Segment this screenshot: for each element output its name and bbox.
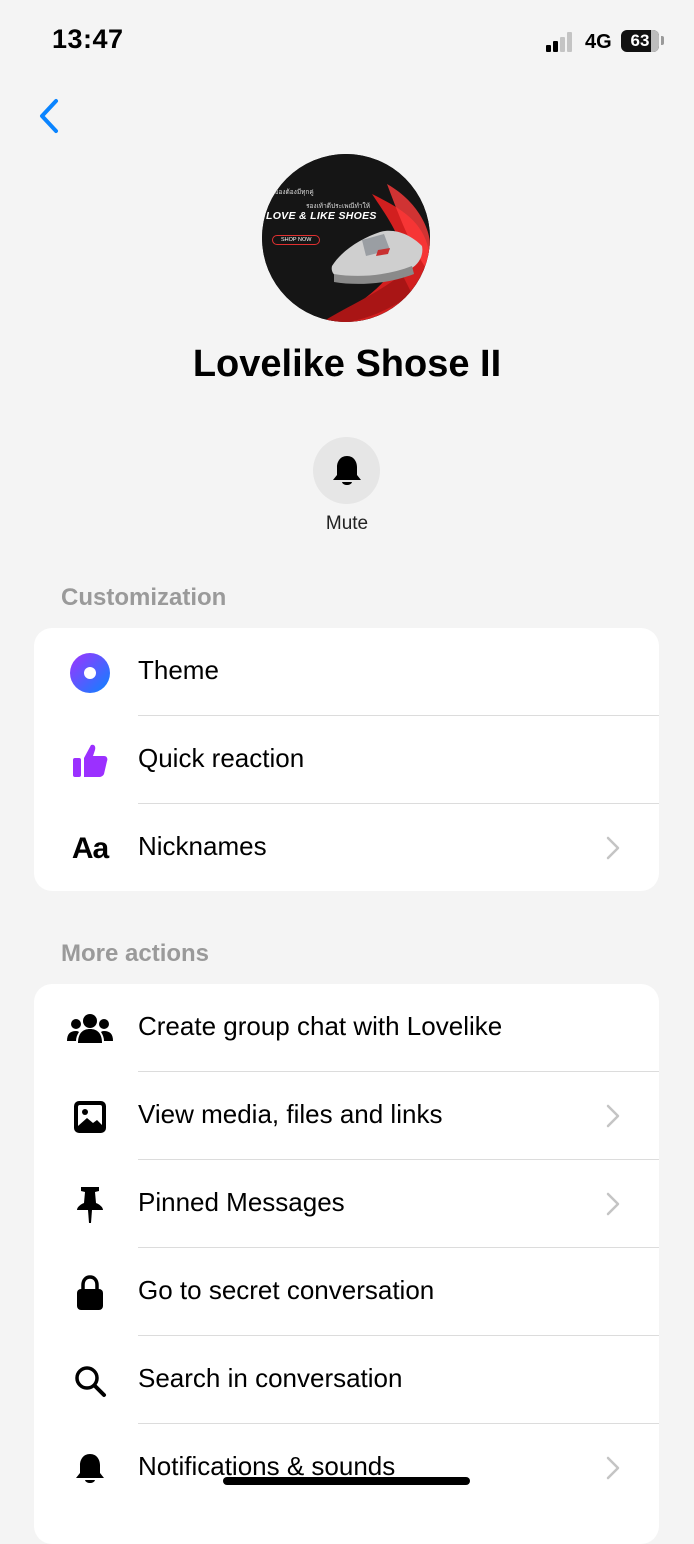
avatar-brand-text: LOVE & LIKE SHOES (266, 210, 377, 222)
search-icon (67, 1358, 113, 1404)
chevron-right-icon (606, 1456, 620, 1480)
contact-name: Lovelike Shose II (192, 343, 502, 385)
pinned-messages-label: Pinned Messages (138, 1187, 345, 1217)
view-media-label: View media, files and links (138, 1099, 443, 1129)
avatar[interactable]: ของต้องมีทุกคู่ รองเท้าดีประเพณีทำให้ LO… (262, 154, 430, 322)
bell-icon (333, 456, 361, 485)
battery-cap (661, 36, 664, 45)
mute-label: Mute (325, 513, 369, 534)
image-icon (67, 1094, 113, 1140)
chevron-left-icon (40, 99, 58, 133)
nicknames-row[interactable]: Aa Nicknames (34, 804, 659, 891)
more-actions-card: Create group chat with Lovelike View med… (34, 984, 659, 1544)
search-conversation-label: Search in conversation (138, 1363, 403, 1393)
back-button[interactable] (30, 92, 74, 140)
chevron-right-icon (606, 836, 620, 860)
status-bar: 13:47 4G 63 (0, 0, 694, 84)
signal-strength-icon (546, 32, 572, 52)
create-group-row[interactable]: Create group chat with Lovelike (34, 984, 659, 1072)
search-conversation-row[interactable]: Search in conversation (34, 1336, 659, 1424)
pin-icon (67, 1182, 113, 1228)
chevron-right-icon (606, 1192, 620, 1216)
secret-conversation-label: Go to secret conversation (138, 1275, 435, 1305)
quick-reaction-label: Quick reaction (138, 743, 305, 773)
quick-reaction-row[interactable]: Quick reaction (34, 716, 659, 804)
theme-row[interactable]: Theme (34, 628, 659, 716)
customization-heading: Customization (61, 584, 227, 611)
battery-icon: 63 (621, 30, 659, 52)
more-actions-heading: More actions (61, 940, 210, 967)
notifications-row[interactable]: Notifications & sounds (34, 1424, 659, 1512)
chevron-right-icon (606, 1104, 620, 1128)
customization-card: Theme Quick reaction Aa Nicknames (34, 628, 659, 891)
pinned-messages-row[interactable]: Pinned Messages (34, 1160, 659, 1248)
status-time: 13:47 (52, 24, 124, 54)
nicknames-label: Nicknames (138, 831, 267, 861)
secret-conversation-row[interactable]: Go to secret conversation (34, 1248, 659, 1336)
theme-label: Theme (138, 655, 219, 685)
view-media-row[interactable]: View media, files and links (34, 1072, 659, 1160)
nicknames-icon: Aa (71, 832, 109, 865)
people-icon (67, 1006, 113, 1052)
avatar-shop-now: SHOP NOW (272, 235, 321, 245)
network-type: 4G (585, 31, 612, 53)
theme-icon (67, 650, 113, 696)
home-indicator[interactable] (223, 1477, 470, 1485)
avatar-kicker-text: ของต้องมีทุกคู่ (274, 189, 314, 196)
lock-icon (67, 1270, 113, 1316)
create-group-label: Create group chat with Lovelike (138, 1011, 503, 1041)
thumbs-up-icon (67, 738, 113, 784)
battery-level: 63 (630, 31, 650, 50)
bell-icon (67, 1446, 113, 1492)
mute-button[interactable] (313, 437, 380, 504)
